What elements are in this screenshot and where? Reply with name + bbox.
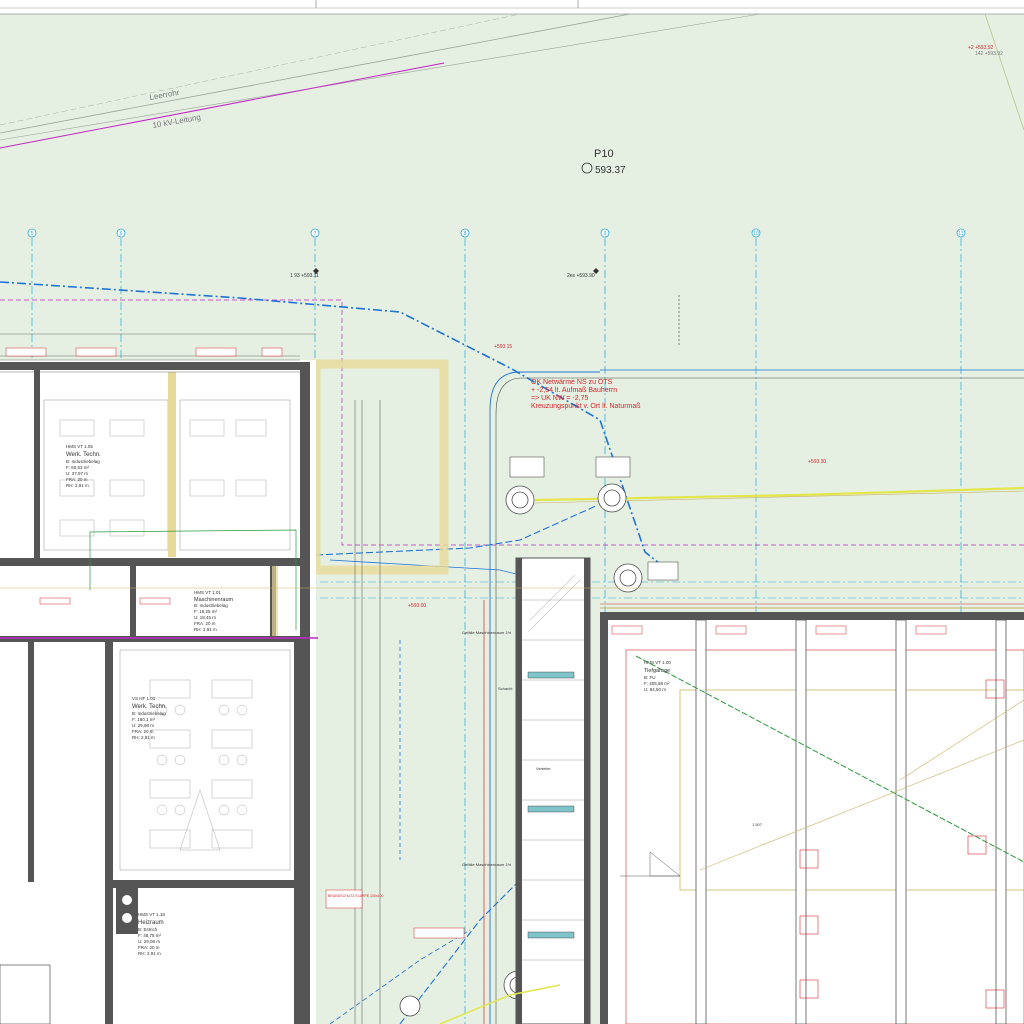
- verteiler-label: Verteiler: [536, 766, 551, 771]
- svg-text:U: 84,60 m: U: 84,60 m: [644, 687, 666, 692]
- svg-text:HMS VT 1.01: HMS VT 1.01: [194, 590, 221, 595]
- svg-text:HMS VT 1.05: HMS VT 1.05: [66, 444, 93, 449]
- svg-text:VS HF 1.01: VS HF 1.01: [132, 696, 156, 701]
- svg-text:B: Industriebelag: B: Industriebelag: [66, 459, 100, 464]
- grid-axis-8: 8: [464, 231, 467, 237]
- spot-height-3: +593.00: [408, 603, 426, 609]
- svg-text:B: Industriebelag: B: Industriebelag: [194, 603, 228, 608]
- svg-text:FRA: 20 m: FRA: 20 m: [194, 621, 216, 626]
- svg-text:RH: 2,91 m: RH: 2,91 m: [194, 627, 217, 632]
- gefalle-label-1: Gefälle Maschinenraum 1%: [462, 630, 512, 635]
- grid-axis-9: 9: [604, 231, 607, 237]
- spot-height-2: +593.30: [808, 459, 826, 465]
- sheet-top-border: [0, 0, 1024, 14]
- svg-text:FRA: 20 m: FRA: 20 m: [132, 729, 154, 734]
- grid-axis-10: 10: [753, 231, 759, 237]
- svg-text:+ -2,54 lt. Aufmaß Bauherrn: + -2,54 lt. Aufmaß Bauherrn: [531, 387, 617, 394]
- grid-axis-11: 11: [958, 231, 963, 237]
- svg-text:B: FU: B: FU: [644, 675, 656, 680]
- svg-text:F: 48,78 m²: F: 48,78 m²: [138, 933, 162, 938]
- grid-axis-6: 6: [120, 231, 123, 237]
- svg-text:FRA: 20 m: FRA: 20 m: [66, 477, 88, 482]
- svg-text:HMS VT 1.00: HMS VT 1.00: [644, 660, 671, 665]
- gefalle-label-2: Gefälle Maschinenraum 1%: [462, 862, 512, 867]
- grid-axis-5: 5: [31, 231, 34, 237]
- svg-text:B: Industriebelag: B: Industriebelag: [132, 711, 166, 716]
- svg-text:RH: 2,91 m: RH: 2,91 m: [138, 951, 161, 956]
- svg-text:Kreuzungspunkt v. Ort lt. Natu: Kreuzungspunkt v. Ort lt. Naturmaß: [531, 403, 641, 410]
- svg-text:Heizraum: Heizraum: [138, 920, 164, 926]
- ramp-strip: [515, 557, 591, 1024]
- svg-text:RH: 2,91 m: RH: 2,91 m: [66, 483, 89, 488]
- svg-text:142 +593.92: 142 +593.92: [975, 51, 1003, 57]
- dimension-total: 1 507: [752, 822, 763, 827]
- spot-height-1: +593.15: [494, 344, 512, 350]
- site-plan-drawing: Leerrohr 10 kV-Leitung +2 +593.92 142 +5…: [0, 0, 1024, 1024]
- survey-point-id: P10: [594, 148, 614, 160]
- grid-axis-7: 7: [314, 231, 317, 237]
- svg-text:1 93 +593.11: 1 93 +593.11: [290, 273, 319, 279]
- svg-text:Werk. Techn.: Werk. Techn.: [66, 452, 101, 458]
- right-building: [600, 603, 1024, 1024]
- survey-point-elevation: 593.37: [595, 165, 626, 176]
- svg-text:HMS VT 1.18: HMS VT 1.18: [138, 912, 165, 917]
- svg-text:U: 29,08 m: U: 29,08 m: [138, 939, 160, 944]
- svg-text:B: Estrich: B: Estrich: [138, 927, 158, 932]
- svg-text:OK Netwärme NS zu OTS: OK Netwärme NS zu OTS: [531, 379, 613, 386]
- schacht-label: Schacht: [498, 686, 513, 691]
- brandschutz-label: BRANDSCHUTZ KLAPPE 100x100: [328, 894, 383, 898]
- svg-text:RH: 2,91 m: RH: 2,91 m: [132, 735, 155, 740]
- svg-text:2es +593.90: 2es +593.90: [567, 273, 595, 279]
- svg-text:F: 405,88 m²: F: 405,88 m²: [644, 681, 670, 686]
- svg-text:U: 29,98 m: U: 29,98 m: [132, 723, 154, 728]
- svg-text:F: 18,25 m²: F: 18,25 m²: [194, 609, 218, 614]
- svg-text:Werk. Techn.: Werk. Techn.: [132, 704, 167, 710]
- svg-text:U: 37,97 m: U: 37,97 m: [66, 471, 88, 476]
- svg-text:=> UK NW = -2,75: => UK NW = -2,75: [531, 395, 588, 402]
- svg-text:F: 160,1 m²: F: 160,1 m²: [132, 717, 156, 722]
- svg-text:U: 18,45 m: U: 18,45 m: [194, 615, 216, 620]
- svg-text:F: 60,53 m²: F: 60,53 m²: [66, 465, 90, 470]
- svg-text:Tiefgarage: Tiefgarage: [644, 668, 670, 674]
- svg-text:FRA: 20 m: FRA: 20 m: [138, 945, 160, 950]
